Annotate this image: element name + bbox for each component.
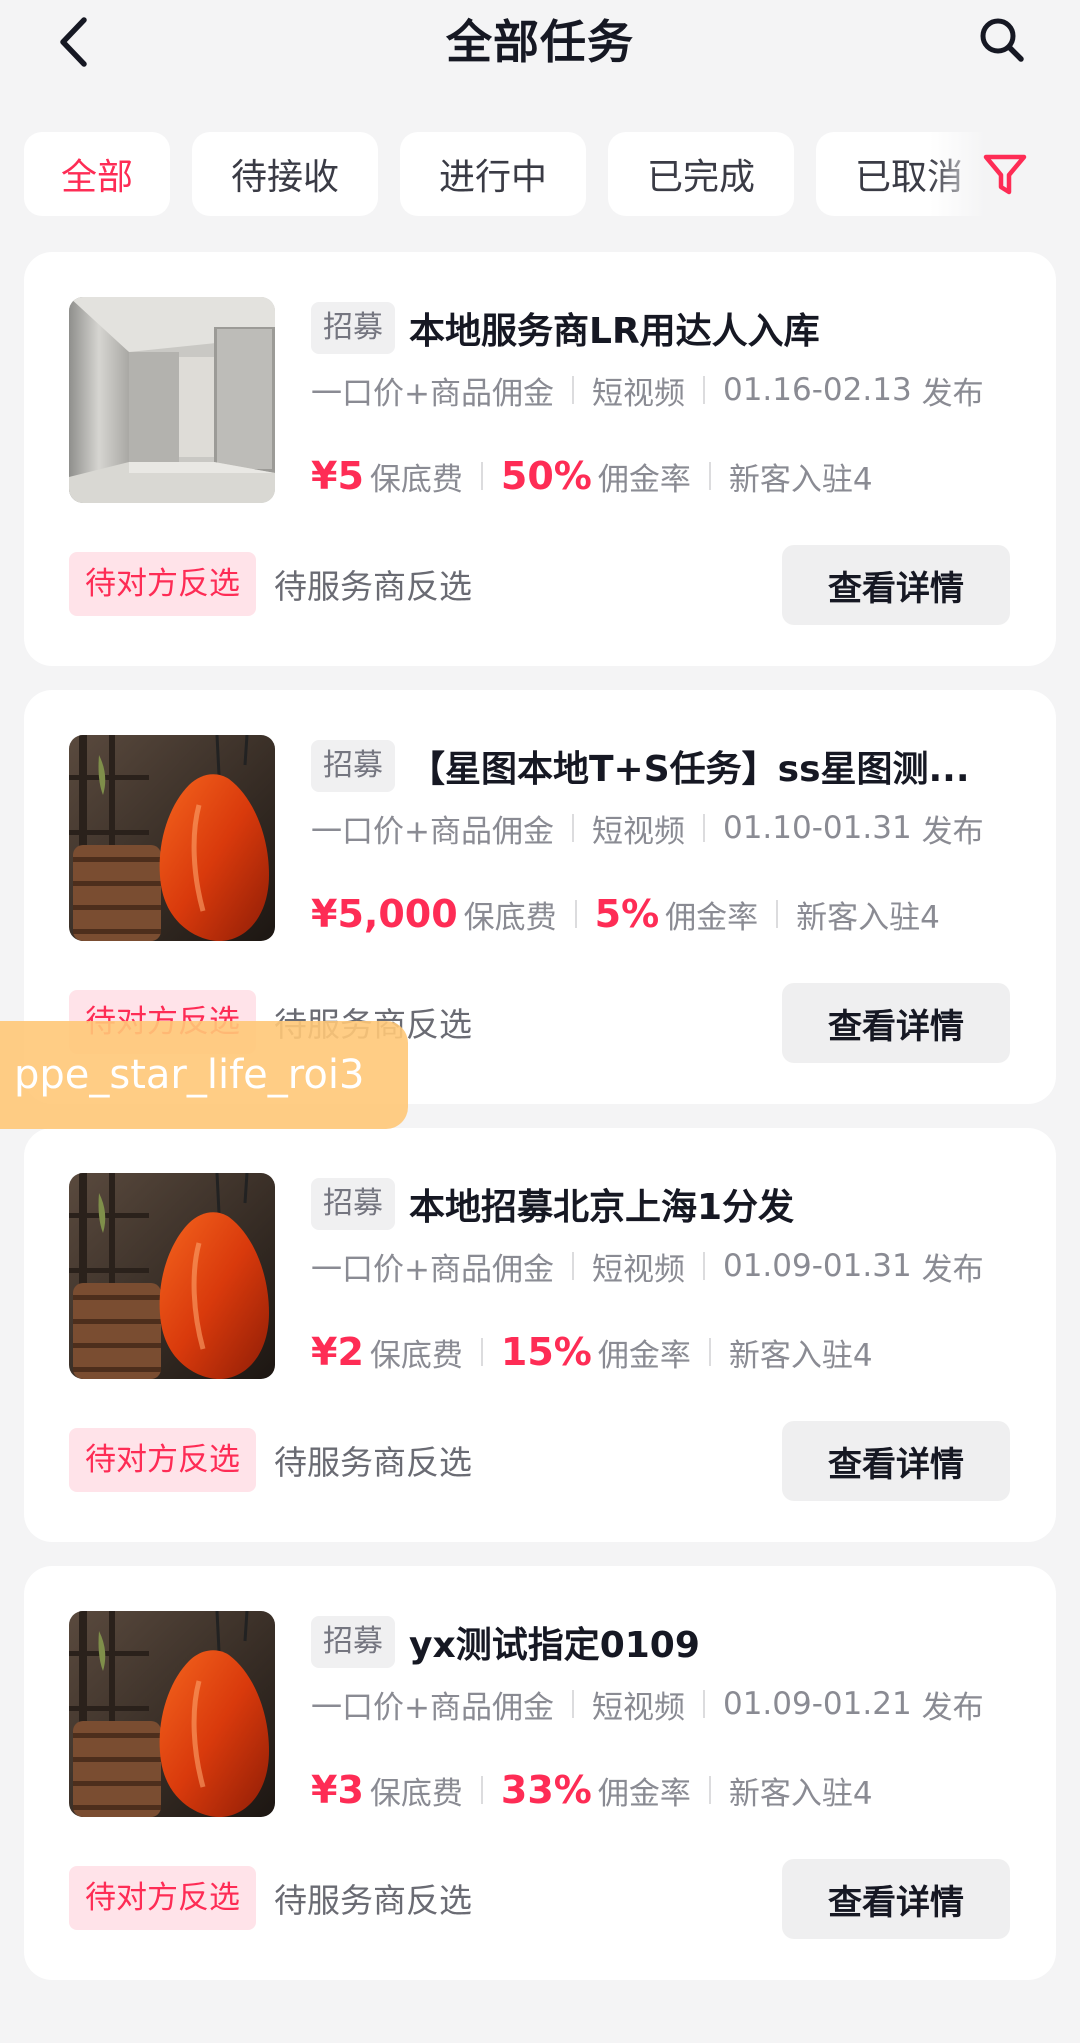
divider bbox=[702, 376, 705, 404]
guarantee-label: 保底费 bbox=[369, 1337, 463, 1374]
divider bbox=[480, 1338, 483, 1366]
divider bbox=[708, 1338, 711, 1366]
filter-icon bbox=[983, 154, 1027, 195]
commission-label: 佣金率 bbox=[597, 461, 691, 498]
filter-button[interactable] bbox=[980, 150, 1030, 200]
publish-label: 发布 bbox=[921, 813, 984, 850]
divider bbox=[571, 1252, 574, 1280]
task-money: ¥5 保底费 50% 佣金率 新客入驻4 bbox=[311, 448, 873, 504]
divider bbox=[702, 1252, 705, 1280]
recruit-tag: 招募 bbox=[311, 1616, 395, 1668]
task-money: ¥5,000 保底费 5% 佣金率 新客入驻4 bbox=[311, 886, 940, 942]
task-thumbnail bbox=[69, 1173, 275, 1379]
task-title: 本地招募北京上海1分发 bbox=[409, 1187, 795, 1228]
divider bbox=[480, 462, 483, 490]
status-tabs: 全部 待接收 进行中 已完成 已取消 bbox=[0, 130, 1080, 218]
divider bbox=[571, 1690, 574, 1718]
content-type: 短视频 bbox=[591, 1689, 685, 1726]
task-money: ¥3 保底费 33% 佣金率 新客入驻4 bbox=[311, 1762, 873, 1818]
price-type: 一口价+商品佣金 bbox=[311, 1689, 554, 1726]
date-range: 01.09-01.21 bbox=[722, 1686, 912, 1722]
guarantee-label: 保底费 bbox=[369, 1775, 463, 1812]
commission-value: 15% bbox=[500, 1330, 592, 1374]
search-button[interactable] bbox=[974, 12, 1030, 68]
guarantee-value: ¥5,000 bbox=[311, 892, 458, 936]
status-badge: 待对方反选 bbox=[69, 1866, 256, 1930]
status-text: 待服务商反选 bbox=[274, 1443, 472, 1482]
view-details-button[interactable]: 查看详情 bbox=[782, 983, 1010, 1063]
price-type: 一口价+商品佣金 bbox=[311, 1251, 554, 1288]
task-meta: 一口价+商品佣金 短视频 01.09-01.21 发布 bbox=[311, 1676, 984, 1732]
task-meta: 一口价+商品佣金 短视频 01.16-02.13 发布 bbox=[311, 362, 984, 418]
status-badge: 待对方反选 bbox=[69, 552, 256, 616]
divider bbox=[708, 462, 711, 490]
guarantee-label: 保底费 bbox=[369, 461, 463, 498]
date-range: 01.16-02.13 bbox=[722, 372, 912, 408]
tab-pending[interactable]: 待接收 bbox=[192, 132, 378, 216]
divider bbox=[702, 1690, 705, 1718]
new-client-label: 新客入驻4 bbox=[728, 1337, 873, 1374]
price-type: 一口价+商品佣金 bbox=[311, 375, 554, 412]
task-thumbnail bbox=[69, 1611, 275, 1817]
task-meta: 一口价+商品佣金 短视频 01.10-01.31 发布 bbox=[311, 800, 984, 856]
recruit-tag: 招募 bbox=[311, 302, 395, 354]
recruit-tag: 招募 bbox=[311, 740, 395, 792]
task-card[interactable]: 招募 本地服务商LR用达人入库 一口价+商品佣金 短视频 01.16-02.13… bbox=[24, 252, 1056, 666]
page-title: 全部任务 bbox=[446, 15, 634, 69]
view-details-button[interactable]: 查看详情 bbox=[782, 1859, 1010, 1939]
task-card[interactable]: 招募 本地招募北京上海1分发 一口价+商品佣金 短视频 01.09-01.31 … bbox=[24, 1128, 1056, 1542]
guarantee-value: ¥3 bbox=[311, 1768, 364, 1812]
commission-label: 佣金率 bbox=[597, 1775, 691, 1812]
search-icon bbox=[980, 18, 1024, 62]
environment-badge[interactable]: ppe_star_life_roi3 bbox=[0, 1021, 408, 1129]
status-text: 待服务商反选 bbox=[274, 1881, 472, 1920]
divider bbox=[480, 1776, 483, 1804]
task-title: 【星图本地T+S任务】ss星图测... bbox=[409, 749, 970, 790]
new-client-label: 新客入驻4 bbox=[728, 461, 873, 498]
task-meta: 一口价+商品佣金 短视频 01.09-01.31 发布 bbox=[311, 1238, 984, 1294]
divider bbox=[708, 1776, 711, 1804]
divider bbox=[574, 900, 577, 928]
commission-label: 佣金率 bbox=[665, 899, 759, 936]
task-thumbnail bbox=[69, 735, 275, 941]
date-range: 01.09-01.31 bbox=[722, 1248, 912, 1284]
task-card[interactable]: 招募 yx测试指定0109 一口价+商品佣金 短视频 01.09-01.21 发… bbox=[24, 1566, 1056, 1980]
tab-all[interactable]: 全部 bbox=[24, 132, 170, 216]
view-details-button[interactable]: 查看详情 bbox=[782, 1421, 1010, 1501]
view-details-button[interactable]: 查看详情 bbox=[782, 545, 1010, 625]
content-type: 短视频 bbox=[591, 1251, 685, 1288]
commission-label: 佣金率 bbox=[597, 1337, 691, 1374]
date-range: 01.10-01.31 bbox=[722, 810, 912, 846]
divider bbox=[571, 376, 574, 404]
content-type: 短视频 bbox=[591, 813, 685, 850]
commission-value: 50% bbox=[500, 454, 592, 498]
publish-label: 发布 bbox=[921, 375, 984, 412]
task-title: yx测试指定0109 bbox=[409, 1625, 700, 1666]
commission-value: 33% bbox=[500, 1768, 592, 1812]
price-type: 一口价+商品佣金 bbox=[311, 813, 554, 850]
status-text: 待服务商反选 bbox=[274, 567, 472, 606]
guarantee-value: ¥5 bbox=[311, 454, 364, 498]
divider bbox=[776, 900, 779, 928]
divider bbox=[571, 814, 574, 842]
publish-label: 发布 bbox=[921, 1689, 984, 1726]
new-client-label: 新客入驻4 bbox=[796, 899, 940, 936]
top-bar: 全部任务 bbox=[0, 0, 1080, 90]
task-money: ¥2 保底费 15% 佣金率 新客入驻4 bbox=[311, 1324, 873, 1380]
content-type: 短视频 bbox=[591, 375, 685, 412]
task-title: 本地服务商LR用达人入库 bbox=[409, 311, 820, 352]
recruit-tag: 招募 bbox=[311, 1178, 395, 1230]
divider bbox=[702, 814, 705, 842]
guarantee-value: ¥2 bbox=[311, 1330, 364, 1374]
task-thumbnail bbox=[69, 297, 275, 503]
new-client-label: 新客入驻4 bbox=[728, 1775, 873, 1812]
guarantee-label: 保底费 bbox=[463, 899, 557, 936]
status-badge: 待对方反选 bbox=[69, 1428, 256, 1492]
commission-value: 5% bbox=[594, 892, 660, 936]
tab-completed[interactable]: 已完成 bbox=[608, 132, 794, 216]
publish-label: 发布 bbox=[921, 1251, 984, 1288]
tab-in-progress[interactable]: 进行中 bbox=[400, 132, 586, 216]
